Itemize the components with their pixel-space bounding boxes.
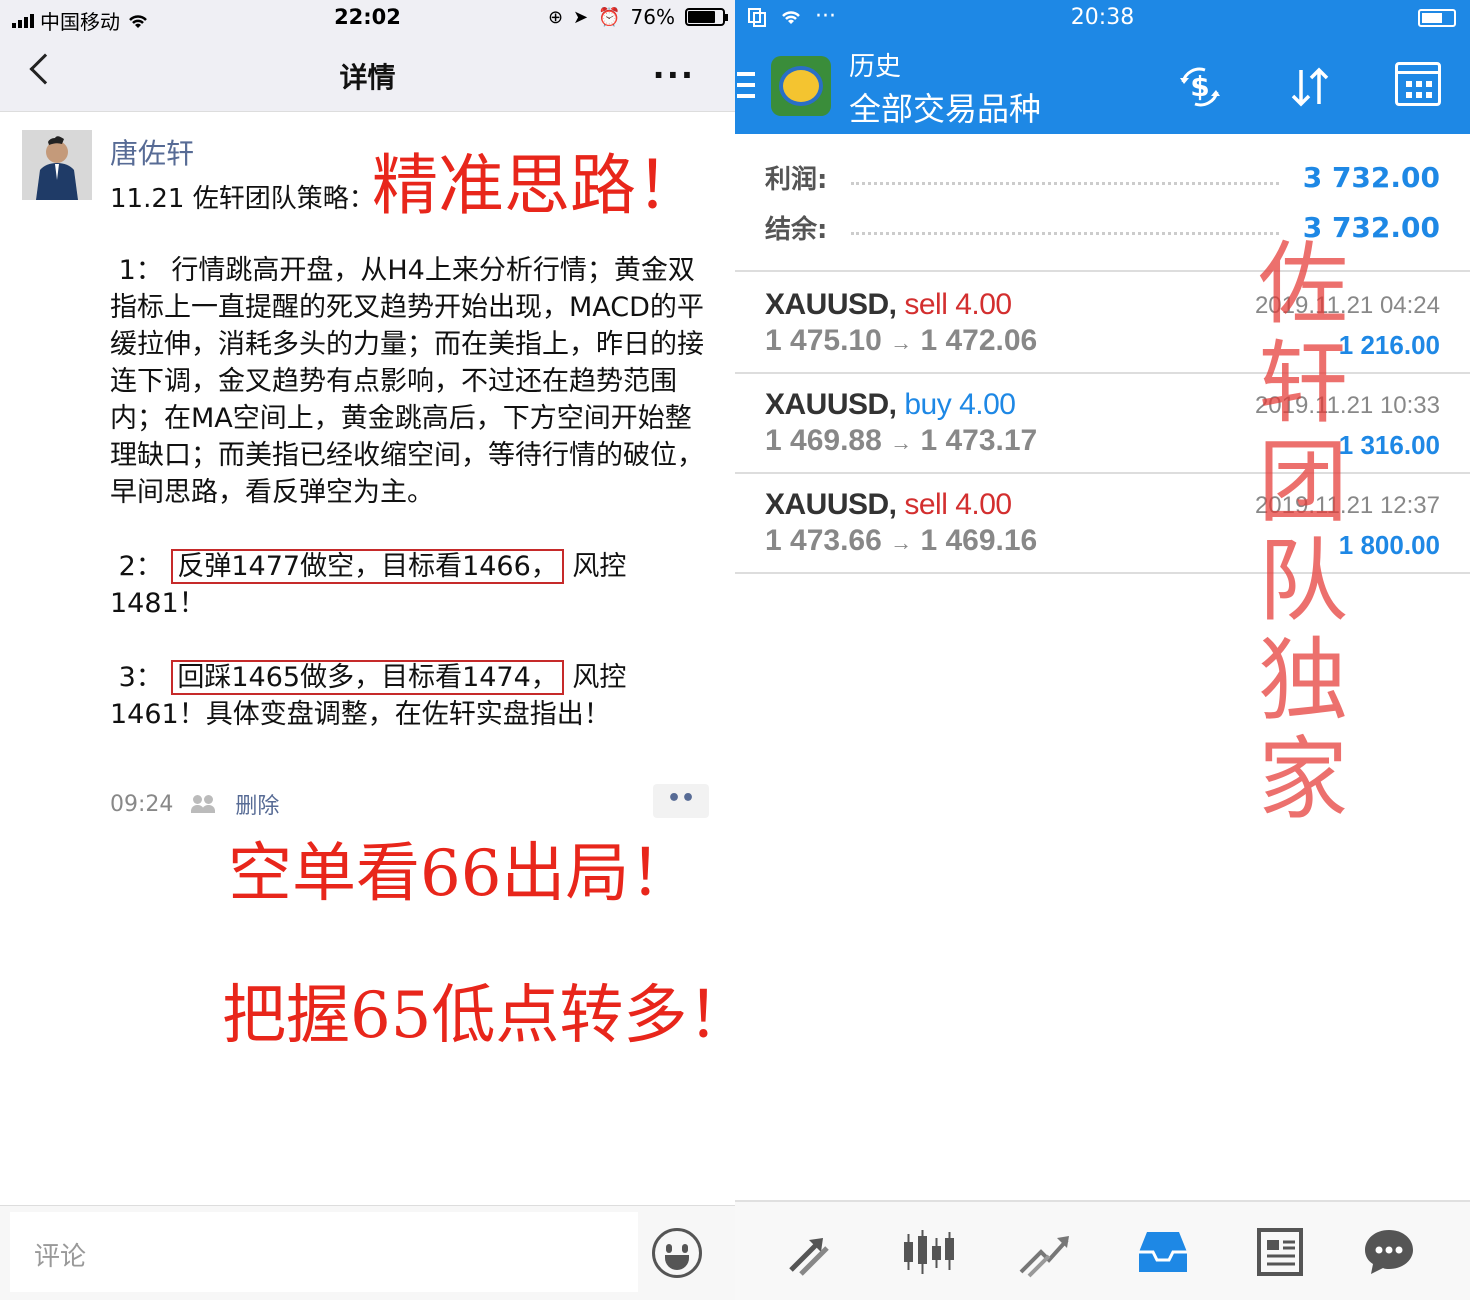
trade-arrow: → <box>890 330 913 355</box>
trade-profit: 1 216.00 <box>1338 330 1440 360</box>
battery-percent: 76% <box>630 5 675 29</box>
mt-toolbar: 历史 全部交易品种 $ <box>735 36 1470 134</box>
trade-close-price: 1 469.16 <box>920 524 1038 557</box>
trade-side: sell <box>904 488 948 521</box>
watermark-char: 团 <box>1258 430 1348 535</box>
more-options-button[interactable]: ··· <box>653 56 695 94</box>
symbol-filter[interactable]: 全部交易品种 <box>849 84 1041 130</box>
post-paragraph-2: 2： 反弹1477做空，目标看1466， 风控1481！ <box>110 548 710 622</box>
trade-prices: 1 473.66 → 1 469.16 <box>765 524 1037 558</box>
trade-close-price: 1 472.06 <box>920 324 1038 357</box>
comment-bar: 评论 <box>0 1205 735 1300</box>
p3-prefix: 3： <box>110 662 172 693</box>
page-title: 详情 <box>339 61 396 94</box>
trade-profit: 1 316.00 <box>1338 430 1440 460</box>
mt-status-bar: ··· 20:38 <box>735 0 1470 36</box>
trade-open-price: 1 469.88 <box>765 424 882 457</box>
trade-side: buy <box>904 388 952 421</box>
comment-input[interactable]: 评论 <box>10 1212 638 1292</box>
author-name[interactable]: 唐佐轩 <box>110 132 194 172</box>
post-time: 09:24 <box>110 791 174 817</box>
avatar-person-icon <box>22 130 92 200</box>
tab-trade-icon[interactable] <box>1017 1226 1073 1278</box>
trade-prices: 1 475.10 → 1 472.06 <box>765 324 1037 358</box>
mt-status-time: 20:38 <box>1070 5 1135 30</box>
svg-text:$: $ <box>1190 70 1209 103</box>
profit-row: 利润: 3 732.00 <box>765 152 1440 202</box>
watermark-char: 独 <box>1258 628 1348 733</box>
nav-bar: 详情 ··· <box>0 36 735 112</box>
sort-icon[interactable] <box>1285 62 1335 112</box>
rotation-lock-icon: ⊕ <box>547 6 564 28</box>
trade-prices: 1 469.88 → 1 473.17 <box>765 424 1037 458</box>
post-subtitle: 11.21 佐轩团队策略： <box>110 184 375 214</box>
bottom-tab-bar <box>735 1200 1470 1300</box>
post-body: 1： 行情跳高开盘，从H4上来分析行情；黄金双指标上一直提醒的死叉趋势开始出现，… <box>110 252 710 770</box>
trade-open-price: 1 473.66 <box>765 524 882 557</box>
trade-symbol-line: XAUUSD, sell 4.00 <box>765 488 1012 522</box>
balance-label: 结余: <box>765 214 828 245</box>
balance-dots <box>851 231 1279 235</box>
watermark-char: 佐 <box>1258 232 1348 337</box>
annotation-precise-idea: 精准思路！ <box>372 147 702 224</box>
trade-profit: 1 800.00 <box>1338 530 1440 560</box>
tab-history-inbox-icon[interactable] <box>1135 1226 1191 1278</box>
post-meta: 09:24 删除 <box>110 788 279 820</box>
profit-value: 3 732.00 <box>1302 160 1440 194</box>
like-comment-button[interactable]: •• <box>653 784 709 818</box>
tab-news-icon[interactable] <box>1253 1226 1309 1278</box>
tab-quotes-arrows-icon[interactable] <box>783 1226 839 1278</box>
trade-volume: 4.00 <box>955 488 1012 521</box>
trade-open-price: 1 475.10 <box>765 324 882 357</box>
battery-icon <box>1418 9 1456 27</box>
wechat-detail-screen: 中国移动 22:02 ⊕ ➤ ⏰ 76% 详情 ··· 唐佐轩 11.21 佐轩… <box>0 0 735 1300</box>
toolbar-title: 历史 <box>849 52 902 82</box>
tab-chart-candles-icon[interactable] <box>900 1226 956 1278</box>
trade-row[interactable]: XAUUSD, sell 4.00 1 475.10 → 1 472.06 20… <box>735 274 1470 374</box>
trade-arrow: → <box>890 530 913 555</box>
profit-dots <box>851 181 1279 185</box>
post-paragraph-1: 1： 行情跳高开盘，从H4上来分析行情；黄金双指标上一直提醒的死叉趋势开始出现，… <box>110 255 704 508</box>
annotation-long-entry: 把握65低点转多！ <box>222 979 735 1053</box>
watermark-team-exclusive: 佐 轩 团 队 独 家 <box>1253 235 1353 829</box>
friends-visibility-icon <box>191 795 217 813</box>
annotation-short-exit: 空单看66出局！ <box>228 837 694 911</box>
watermark-char: 家 <box>1258 727 1348 832</box>
alarm-icon: ⏰ <box>598 6 621 28</box>
menu-hamburger-icon[interactable] <box>737 72 755 98</box>
trade-symbol: XAUUSD, <box>765 488 897 521</box>
trade-close-price: 1 473.17 <box>920 424 1038 457</box>
mt4-history-screen: ··· 20:38 历史 全部交易品种 $ 利润: 3 732.00 结余: 3… <box>735 0 1470 1300</box>
watermark-char: 轩 <box>1258 331 1348 436</box>
calendar-icon[interactable] <box>1395 62 1441 106</box>
currency-exchange-icon[interactable]: $ <box>1175 62 1225 112</box>
trade-arrow: → <box>890 430 913 455</box>
delete-link[interactable]: 删除 <box>235 788 279 820</box>
trade-side: sell <box>904 288 948 321</box>
trade-symbol: XAUUSD, <box>765 388 897 421</box>
avatar[interactable] <box>22 130 92 200</box>
tab-chat-bubble-icon[interactable] <box>1361 1226 1417 1278</box>
trade-row[interactable]: XAUUSD, buy 4.00 1 469.88 → 1 473.17 201… <box>735 374 1470 474</box>
p2-prefix: 2： <box>110 551 172 582</box>
trade-symbol: XAUUSD, <box>765 288 897 321</box>
p2-boxed-highlight: 反弹1477做空，目标看1466， <box>171 549 564 584</box>
status-right: ⊕ ➤ ⏰ 76% <box>547 5 728 29</box>
post-paragraph-3: 3： 回踩1465做多，目标看1474， 风控1461！具体变盘调整，在佐轩实盘… <box>110 659 710 733</box>
screenshot-root: 中国移动 22:02 ⊕ ➤ ⏰ 76% 详情 ··· 唐佐轩 11.21 佐轩… <box>0 0 1470 1300</box>
history-summary: 利润: 3 732.00 结余: 3 732.00 <box>735 134 1470 272</box>
p3-boxed-highlight: 回踩1465做多，目标看1474， <box>171 660 564 695</box>
trade-symbol-line: XAUUSD, buy 4.00 <box>765 388 1016 422</box>
profit-label: 利润: <box>765 164 828 195</box>
battery-icon <box>685 8 728 26</box>
status-bar: 中国移动 22:02 ⊕ ➤ ⏰ 76% <box>0 0 735 36</box>
metatrader-logo-icon <box>771 56 831 116</box>
trade-row[interactable]: XAUUSD, sell 4.00 1 473.66 → 1 469.16 20… <box>735 474 1470 574</box>
trade-volume: 4.00 <box>959 388 1016 421</box>
trade-volume: 4.00 <box>955 288 1012 321</box>
emoji-smile-icon[interactable] <box>652 1228 702 1278</box>
location-icon: ➤ <box>573 6 589 28</box>
watermark-char: 队 <box>1258 529 1348 634</box>
trade-symbol-line: XAUUSD, sell 4.00 <box>765 288 1012 322</box>
